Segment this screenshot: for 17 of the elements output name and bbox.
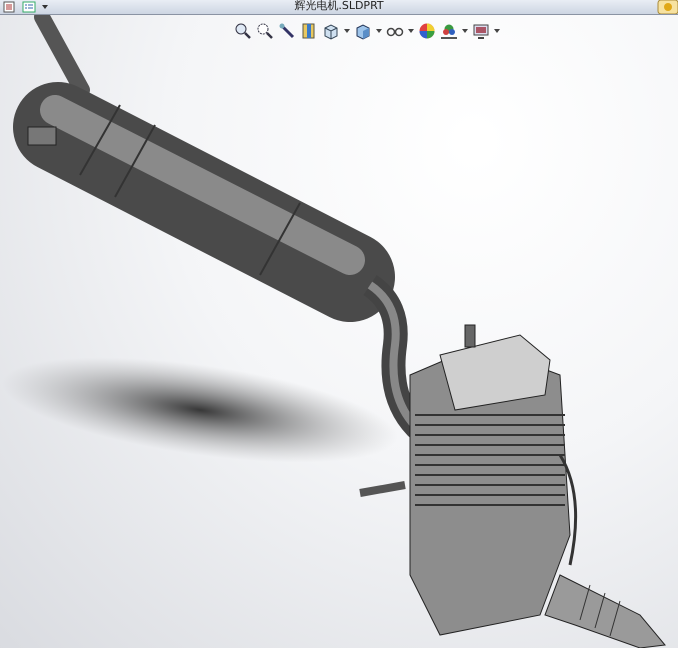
zoom-area-icon[interactable] xyxy=(256,22,274,40)
caret-icon[interactable] xyxy=(42,5,48,9)
list-icon[interactable] xyxy=(22,1,36,13)
document-icon[interactable] xyxy=(2,1,16,13)
caret-icon[interactable] xyxy=(462,29,468,33)
caret-icon[interactable] xyxy=(408,29,414,33)
caret-icon[interactable] xyxy=(344,29,350,33)
window-title: 辉光电机.SLDPRT xyxy=(294,0,384,12)
wand-icon[interactable] xyxy=(278,22,296,40)
color-wheel-icon[interactable] xyxy=(418,22,436,40)
cube-icon[interactable] xyxy=(322,22,340,40)
cube-icon[interactable] xyxy=(354,22,372,40)
caret-icon[interactable] xyxy=(376,29,382,33)
caret-icon[interactable] xyxy=(494,29,500,33)
monitor-icon[interactable] xyxy=(472,22,490,40)
scene-icon[interactable] xyxy=(440,22,458,40)
zoom-icon[interactable] xyxy=(234,22,252,40)
